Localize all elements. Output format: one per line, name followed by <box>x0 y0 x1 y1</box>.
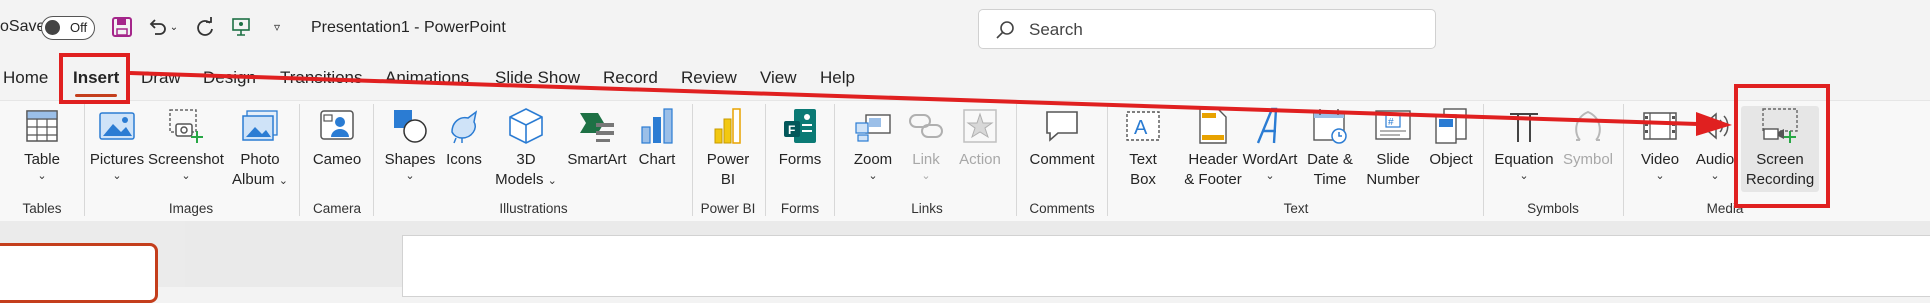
annotation-arrow <box>129 71 1732 136</box>
